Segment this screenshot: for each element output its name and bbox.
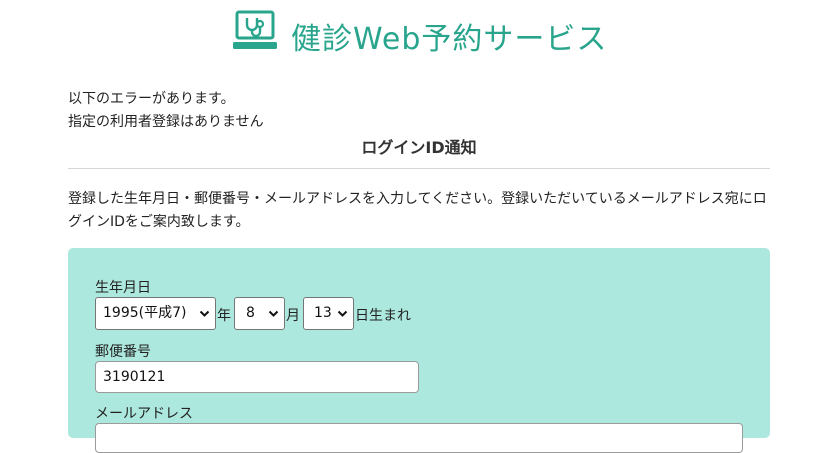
intro-text: 登録した生年月日・郵便番号・メールアドレスを入力してください。登録いただいている… (68, 191, 767, 230)
day-unit: 日生まれ (355, 308, 411, 324)
chevron-down-icon (199, 310, 210, 317)
brand-title: 健診Web予約サービス (291, 22, 608, 57)
chevron-down-icon (337, 310, 348, 317)
error-message: 指定の利用者登録はありません (68, 114, 264, 130)
birth-month-value: 8 (246, 305, 255, 321)
birth-year-select[interactable]: 1995(平成7) (95, 297, 216, 330)
chevron-down-icon (268, 310, 279, 317)
email-label: メールアドレス (95, 406, 193, 422)
email-input[interactable] (95, 423, 743, 453)
birth-day-select[interactable]: 13 (303, 297, 354, 330)
postal-code-input[interactable]: 3190121 (95, 361, 419, 393)
birthdate-label: 生年月日 (95, 280, 151, 296)
month-unit: 月 (286, 308, 300, 324)
laptop-stethoscope-icon (233, 10, 277, 49)
birth-day-value: 13 (314, 305, 332, 321)
divider (68, 168, 770, 169)
birth-month-select[interactable]: 8 (234, 297, 285, 330)
page-title: ログインID通知 (361, 138, 477, 157)
error-messages: 以下のエラーがあります。 指定の利用者登録はありません (68, 88, 264, 134)
login-id-form: 生年月日 1995(平成7) 年 8 月 13 日生まれ 郵便番号 319012… (68, 248, 770, 453)
postal-label: 郵便番号 (95, 344, 151, 360)
year-unit: 年 (217, 308, 231, 324)
header: 健診Web予約サービス (0, 0, 832, 57)
error-heading: 以下のエラーがあります。 (68, 91, 235, 107)
birth-year-value: 1995(平成7) (103, 305, 187, 321)
